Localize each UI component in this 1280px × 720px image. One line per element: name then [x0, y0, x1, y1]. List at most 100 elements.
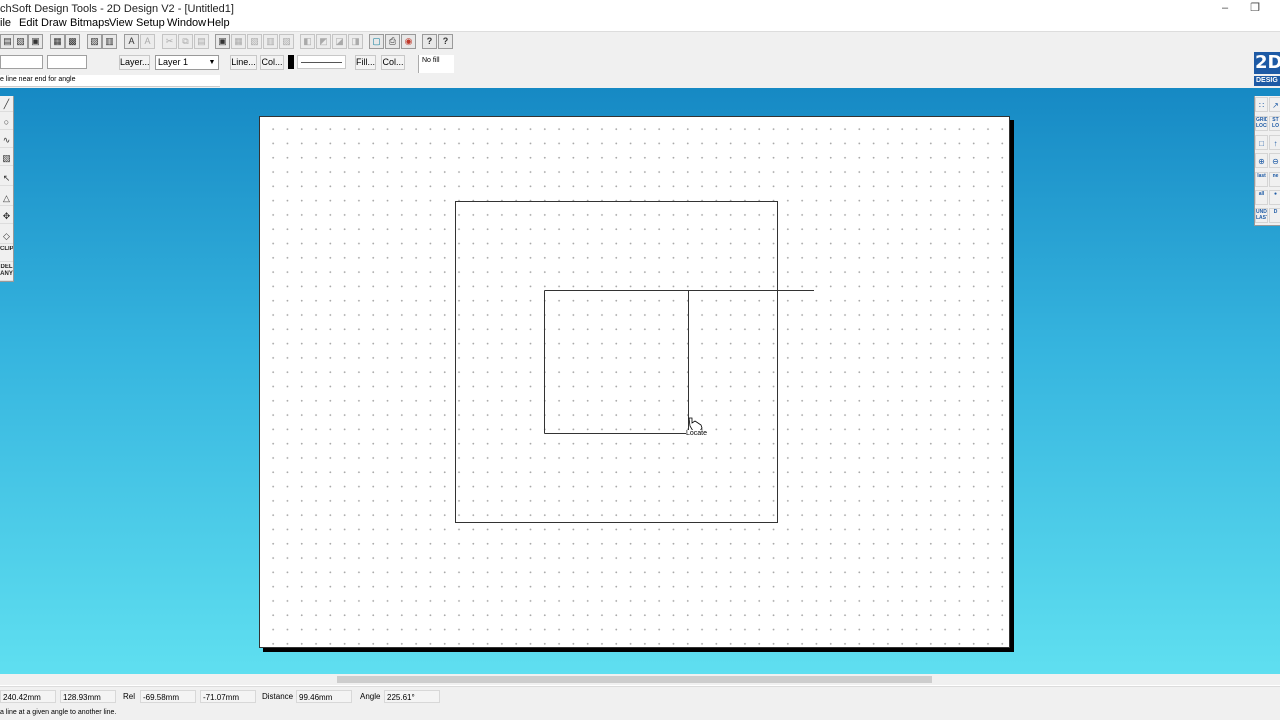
fill-value: No fill [422, 57, 440, 64]
cut-icon[interactable]: ✂ [162, 34, 177, 49]
line-colour-swatch[interactable] [288, 55, 294, 69]
palette-icon[interactable]: ◉ [401, 34, 416, 49]
copy-icon[interactable]: ⧉ [178, 34, 193, 49]
fit-zoom-icon[interactable]: ● [1269, 190, 1280, 205]
snap-lock-icon[interactable]: ST LO [1269, 116, 1280, 131]
print-preview-icon[interactable]: ▩ [65, 34, 80, 49]
main-toolbar: ▤ ▧ ▣ ▦ ▩ ▨ ▥ A A ✂ ⧉ ▤ ▣ ▦ ▧ ▥ ▨ ◧ ◩ ◪ … [0, 31, 1280, 51]
menu-edit[interactable]: Edit [19, 17, 38, 29]
line-style-button[interactable]: Line... [230, 55, 257, 70]
zoom-in-icon[interactable]: ⊕ [1255, 153, 1268, 168]
right-tool-palette: ∷ ↗ GRID LOCK ST LO □ ↑ ⊕ ⊖ last ne all … [1254, 96, 1280, 226]
left-tool-palette: ╱ ○ ∿ ▧ ↖ △ ✥ ◇ CLIP DEL ANY [0, 96, 14, 282]
menu-view[interactable]: View [109, 17, 133, 29]
angle-readout: 225.61° [384, 690, 440, 703]
fill-colour-button[interactable]: Col... [381, 55, 405, 70]
screen-icon[interactable]: ▢ [369, 34, 384, 49]
ungroup-icon[interactable]: ▧ [247, 34, 262, 49]
stretch-icon[interactable]: ◨ [348, 34, 363, 49]
trace-tool-icon[interactable]: △ [0, 190, 13, 206]
print-icon[interactable]: ▦ [50, 34, 65, 49]
distance-label: Distance [262, 692, 294, 701]
y-coordinate-input[interactable] [47, 55, 87, 69]
attribute-toolbar: Layer... Layer 1 ▼ Line... Col... Fill..… [0, 51, 1280, 73]
select-icon[interactable]: ▣ [215, 34, 230, 49]
open-icon[interactable]: ▧ [13, 34, 28, 49]
copy-window-icon[interactable]: ▥ [102, 34, 117, 49]
paste-icon[interactable]: ▤ [194, 34, 209, 49]
erase-tool-icon[interactable]: ◇ [0, 228, 13, 244]
menu-draw[interactable]: Draw [41, 17, 67, 29]
array-icon[interactable]: ▨ [279, 34, 294, 49]
scale-icon[interactable]: ◪ [332, 34, 347, 49]
layer-button[interactable]: Layer... [119, 55, 150, 70]
arc-tool-icon[interactable]: ○ [0, 114, 13, 130]
plot-icon[interactable]: ⎙ [385, 34, 400, 49]
restore-button[interactable]: ❐ [1240, 0, 1270, 16]
layer-select[interactable]: Layer 1 ▼ [155, 55, 219, 70]
line-colour-button[interactable]: Col... [260, 55, 284, 70]
menu-window[interactable]: Window [167, 17, 206, 29]
box-select-icon[interactable]: □ [1255, 135, 1268, 150]
next-zoom-icon[interactable]: ne [1269, 172, 1280, 187]
modify-tool-icon[interactable]: ✥ [0, 208, 13, 224]
hint-text: a line at a given angle to another line. [0, 709, 117, 716]
undo-last-icon[interactable]: UNDO LAST [1255, 208, 1268, 223]
hatch-tool-icon[interactable]: ▧ [0, 150, 13, 166]
zoom-out-icon[interactable]: ⊖ [1269, 153, 1280, 168]
menu-bar: ile Edit Draw Bitmaps View Setup Window … [0, 16, 1280, 31]
distance-readout: 99.46mm [296, 690, 352, 703]
text-edit-icon[interactable]: A [140, 34, 155, 49]
prompt-row: e line near end for angle [0, 73, 1280, 88]
window-title: chSoft Design Tools - 2D Design V2 - [Un… [0, 3, 234, 15]
grid-lock-icon[interactable]: GRID LOCK [1255, 116, 1268, 131]
fill-button[interactable]: Fill... [355, 55, 376, 70]
menu-bitmaps[interactable]: Bitmaps [70, 17, 110, 29]
align-icon[interactable]: ▥ [263, 34, 278, 49]
x-relative-readout: -69.58mm [140, 690, 196, 703]
redraw-icon[interactable]: ▨ [87, 34, 102, 49]
group-icon[interactable]: ▦ [231, 34, 246, 49]
hint-bar: a line at a given angle to another line. [0, 705, 1280, 720]
scrollbar-thumb[interactable] [337, 676, 932, 683]
mirror-icon[interactable]: ◧ [300, 34, 315, 49]
x-absolute-readout: 240.42mm [0, 690, 56, 703]
cursor-label: Locate [686, 430, 708, 438]
angle-label: Angle [360, 692, 381, 701]
command-prompt: e line near end for angle [0, 75, 220, 87]
context-help-icon[interactable]: ? [422, 34, 437, 49]
line-style-preview[interactable] [297, 55, 346, 69]
rotate-icon[interactable]: ◩ [316, 34, 331, 49]
layer-select-value: Layer 1 [158, 57, 189, 67]
curve-tool-icon[interactable]: ∿ [0, 132, 13, 148]
drawing-sheet[interactable] [259, 116, 1010, 648]
dimension-tool-icon[interactable]: ↖ [0, 170, 13, 186]
all-zoom-icon[interactable]: all [1255, 190, 1268, 205]
last-zoom-icon[interactable]: last [1255, 172, 1268, 187]
redo-icon[interactable]: D [1269, 208, 1280, 223]
text-icon[interactable]: A [124, 34, 139, 49]
minimize-button[interactable]: – [1210, 0, 1240, 16]
help-icon[interactable]: ? [438, 34, 453, 49]
menu-file[interactable]: ile [0, 17, 11, 29]
grid-icon[interactable]: ∷ [1255, 97, 1268, 112]
title-bar: chSoft Design Tools - 2D Design V2 - [Un… [0, 0, 1280, 16]
status-bar: 240.42mm 128.93mm Rel -69.58mm -71.07mm … [0, 686, 1280, 705]
chevron-down-icon: ▼ [208, 59, 216, 66]
clip-tool-icon[interactable]: CLIP [0, 246, 13, 262]
save-icon[interactable]: ▣ [28, 34, 43, 49]
arrow-icon[interactable]: ↑ [1269, 135, 1280, 150]
y-absolute-readout: 128.93mm [60, 690, 116, 703]
delete-tool-icon[interactable]: DEL ANY [0, 264, 13, 281]
app-logo: 2D DESIG [1254, 52, 1280, 86]
y-relative-readout: -71.07mm [200, 690, 256, 703]
x-coordinate-input[interactable] [0, 55, 43, 69]
horizontal-scrollbar[interactable] [0, 674, 1280, 685]
logo-text: 2D [1254, 52, 1280, 74]
line-tool-icon[interactable]: ╱ [0, 96, 13, 112]
snap-icon[interactable]: ↗ [1269, 97, 1280, 112]
rel-label: Rel [123, 692, 136, 701]
logo-subtext: DESIG [1254, 76, 1280, 86]
menu-help[interactable]: Help [207, 17, 230, 29]
menu-setup[interactable]: Setup [136, 17, 165, 29]
